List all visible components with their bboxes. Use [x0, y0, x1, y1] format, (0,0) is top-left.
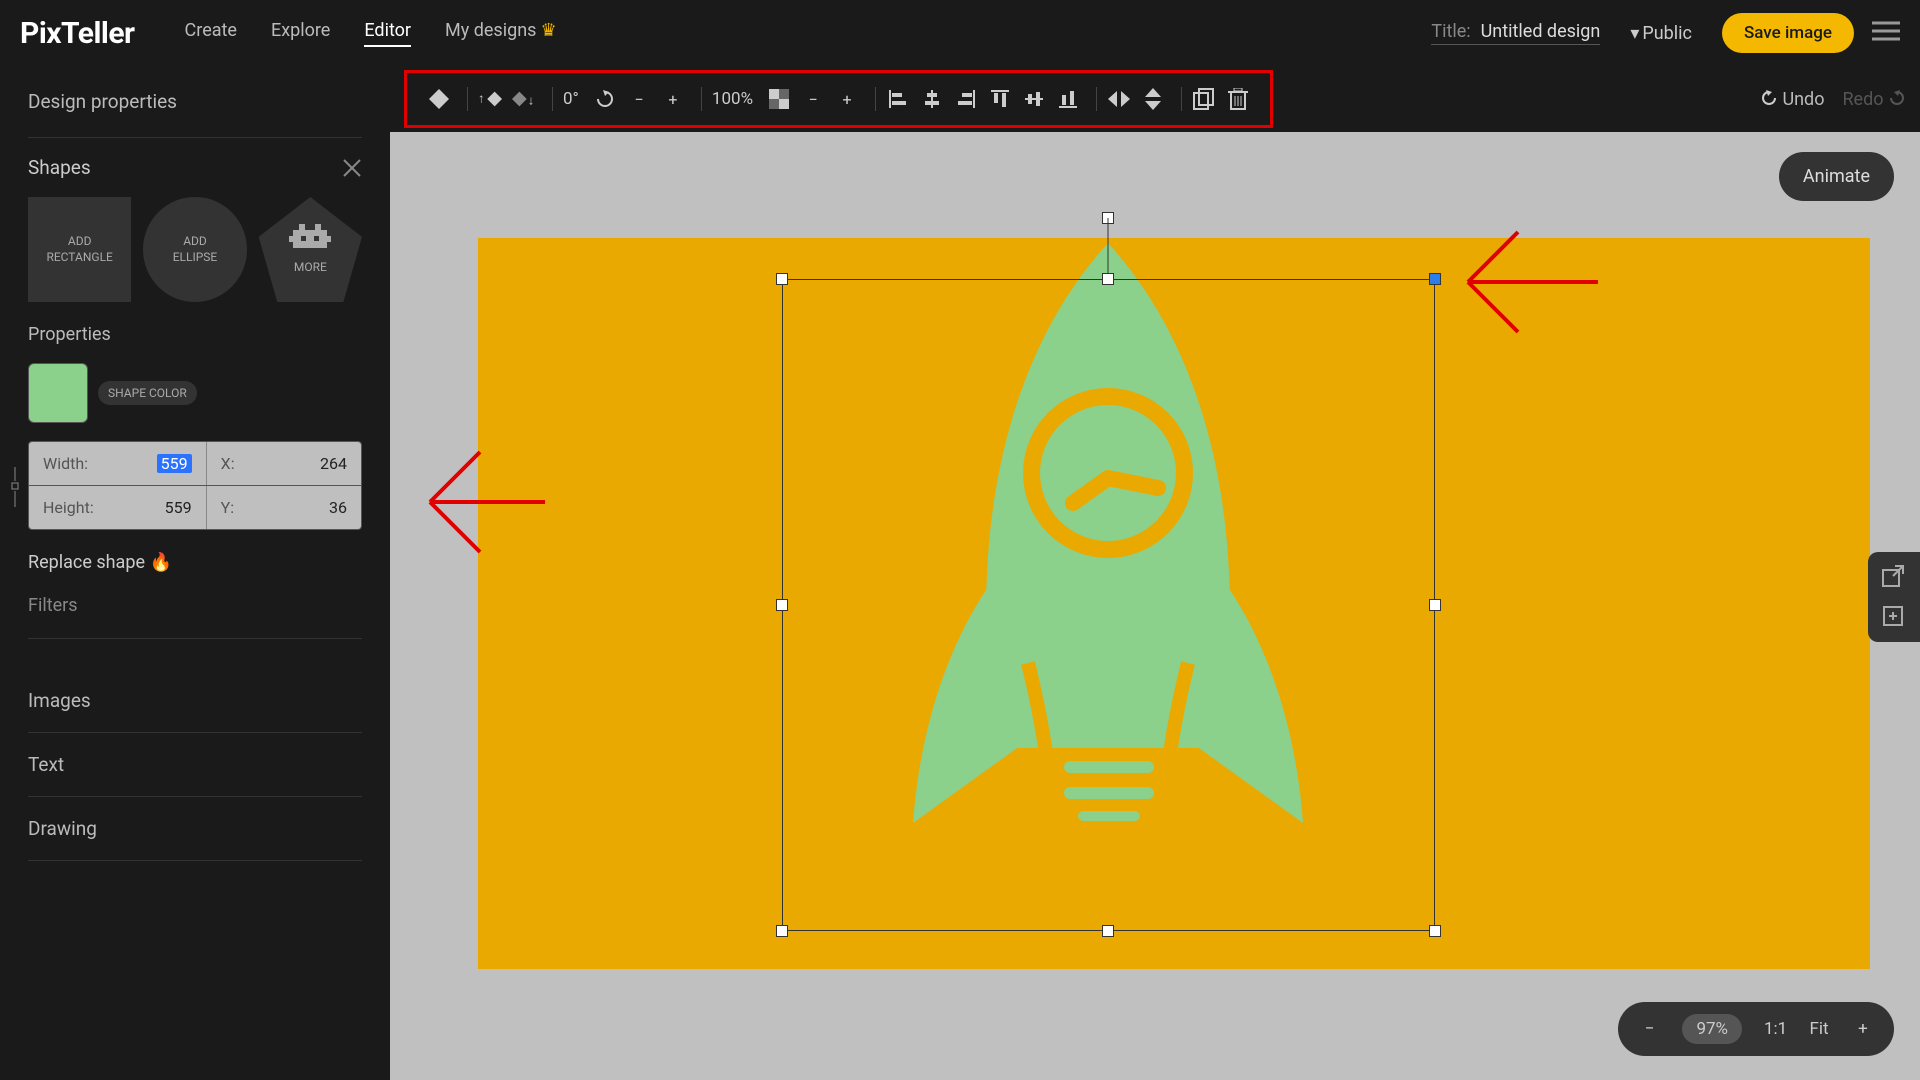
align-center-h-icon[interactable]	[920, 87, 944, 111]
width-value: 559	[157, 454, 192, 473]
bring-forward-icon[interactable]: ↑	[478, 87, 502, 111]
right-toolbar	[1868, 552, 1920, 642]
rotate-icon[interactable]	[593, 87, 617, 111]
align-left-icon[interactable]	[886, 87, 910, 111]
filters[interactable]: Filters	[28, 595, 362, 639]
crown-icon: ♛	[540, 20, 556, 41]
handle-n[interactable]	[1102, 273, 1114, 285]
shape-type-icon[interactable]	[427, 87, 451, 111]
replace-shape[interactable]: Replace shape 🔥	[28, 552, 362, 573]
sidebar-item-text[interactable]: Text	[28, 733, 362, 797]
annotation-arrow-right	[1448, 202, 1608, 362]
close-icon[interactable]	[342, 158, 362, 178]
handle-ne[interactable]	[1429, 273, 1441, 285]
opacity-icon[interactable]	[767, 87, 791, 111]
toolbar: ↑ ↓ 0° − + 100% − +	[390, 66, 1920, 132]
opacity-value[interactable]: 100%	[712, 89, 753, 109]
handle-se[interactable]	[1429, 925, 1441, 937]
height-value: 559	[165, 498, 192, 517]
sidebar-item-drawing[interactable]: Drawing	[28, 797, 362, 861]
dimensions-grid: Width: 559 X: 264 Height: 559 Y: 36	[28, 441, 362, 530]
align-center-v-icon[interactable]	[1022, 87, 1046, 111]
save-button[interactable]: Save image	[1722, 13, 1854, 53]
title-label: Title:	[1431, 21, 1470, 42]
invader-icon	[289, 224, 331, 254]
add-page-icon[interactable]	[1881, 604, 1907, 630]
handle-sw[interactable]	[776, 925, 788, 937]
width-cell[interactable]: Width: 559	[29, 442, 206, 485]
add-rectangle-button[interactable]: ADD RECTANGLE	[28, 197, 131, 302]
logo: PixTeller	[20, 16, 135, 51]
x-value: 264	[320, 454, 347, 473]
minus-icon[interactable]: −	[801, 87, 825, 111]
plus-icon[interactable]: +	[661, 87, 685, 111]
y-cell[interactable]: Y: 36	[206, 486, 361, 529]
title-area[interactable]: Title: Untitled design	[1431, 21, 1600, 45]
shape-color-chip: SHAPE COLOR	[98, 381, 197, 405]
zoom-percentage[interactable]: 97%	[1682, 1014, 1742, 1044]
zoom-oneone-button[interactable]: 1:1	[1764, 1019, 1786, 1039]
height-cell[interactable]: Height: 559	[29, 486, 206, 529]
svg-text:↓: ↓	[528, 94, 534, 109]
y-value: 36	[329, 498, 347, 517]
zoom-bar: − 97% 1:1 Fit +	[1618, 1002, 1894, 1056]
visibility-dropdown[interactable]: Public	[1630, 23, 1692, 44]
align-right-icon[interactable]	[954, 87, 978, 111]
flip-vertical-icon[interactable]	[1141, 87, 1165, 111]
main-nav: Create Explore Editor My designs♛	[185, 20, 557, 47]
hamburger-icon[interactable]	[1872, 20, 1900, 46]
sidebar: Design properties Shapes ADD RECTANGLE A…	[0, 66, 390, 1080]
nav-mydesigns[interactable]: My designs♛	[445, 20, 557, 47]
align-bottom-icon[interactable]	[1056, 87, 1080, 111]
duplicate-icon[interactable]	[1192, 87, 1216, 111]
redo-button: Redo	[1842, 89, 1906, 110]
sidebar-item-images[interactable]: Images	[28, 669, 362, 733]
more-shapes-button[interactable]: MORE	[259, 197, 362, 302]
minus-icon[interactable]: −	[627, 87, 651, 111]
shapes-title: Shapes	[28, 156, 91, 179]
handle-nw[interactable]	[776, 273, 788, 285]
nav-editor[interactable]: Editor	[364, 20, 411, 47]
shapes-section: Shapes ADD RECTANGLE ADD ELLIPSE MORE	[28, 137, 362, 324]
align-top-icon[interactable]	[988, 87, 1012, 111]
canvas[interactable]: Animate − 97% 1:1 Fit +	[390, 132, 1920, 1080]
send-backward-icon[interactable]: ↓	[512, 87, 536, 111]
rotation-value[interactable]: 0°	[563, 89, 579, 109]
handle-w[interactable]	[776, 599, 788, 611]
x-cell[interactable]: X: 264	[206, 442, 361, 485]
zoom-fit-button[interactable]: Fit	[1808, 1019, 1830, 1039]
nav-create[interactable]: Create	[185, 20, 237, 47]
svg-text:↑: ↑	[478, 92, 484, 107]
flip-horizontal-icon[interactable]	[1107, 87, 1131, 111]
properties-title: Properties	[28, 324, 362, 345]
handle-s[interactable]	[1102, 925, 1114, 937]
zoom-in-button[interactable]: +	[1852, 1019, 1874, 1039]
nav-explore[interactable]: Explore	[271, 20, 330, 47]
zoom-out-button[interactable]: −	[1638, 1019, 1660, 1039]
app-header: PixTeller Create Explore Editor My desig…	[0, 0, 1920, 66]
handle-e[interactable]	[1429, 599, 1441, 611]
animate-button[interactable]: Animate	[1779, 152, 1894, 201]
undo-button[interactable]: Undo	[1760, 89, 1825, 110]
panel-title: Design properties	[28, 90, 362, 113]
delete-icon[interactable]	[1226, 87, 1250, 111]
annotation-arrow-left	[390, 422, 550, 582]
selection-box[interactable]	[782, 279, 1435, 931]
collapse-handle-icon[interactable]	[6, 467, 22, 507]
add-ellipse-button[interactable]: ADD ELLIPSE	[143, 197, 246, 302]
toolbar-highlight-box: ↑ ↓ 0° − + 100% − +	[404, 70, 1273, 128]
shape-color-swatch[interactable]	[28, 363, 88, 423]
export-icon[interactable]	[1881, 564, 1907, 590]
title-value[interactable]: Untitled design	[1481, 21, 1601, 42]
plus-icon[interactable]: +	[835, 87, 859, 111]
